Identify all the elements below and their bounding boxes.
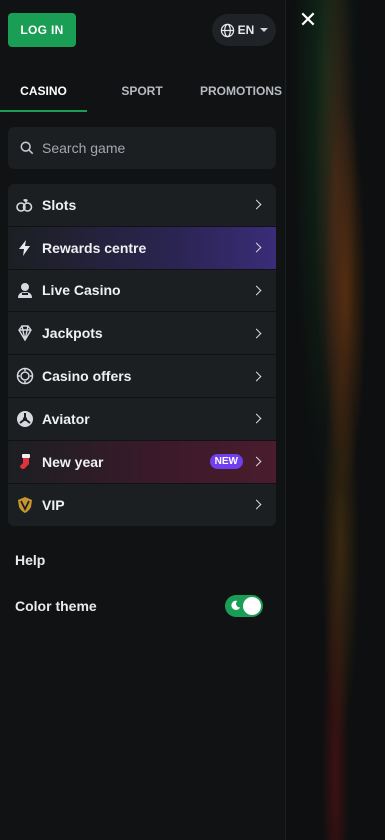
search-icon xyxy=(20,141,34,155)
moon-icon xyxy=(231,600,241,610)
color-theme-label: Color theme xyxy=(15,598,97,614)
menu-item-jackpots[interactable]: Jackpots xyxy=(8,312,276,356)
side-menu-panel: LOG IN EN CASINO SPORT PROMOTIONS Search… xyxy=(0,0,285,840)
menu-label: Live Casino xyxy=(42,282,121,299)
menu-label: Aviator xyxy=(42,410,90,427)
search-input[interactable] xyxy=(42,140,262,156)
language-selector[interactable]: EN xyxy=(212,14,276,46)
color-theme-row: Color theme xyxy=(15,595,263,617)
menu-label: VIP xyxy=(42,496,65,513)
language-label: EN xyxy=(237,23,255,37)
chevron-right-icon xyxy=(251,371,262,382)
chevron-right-icon xyxy=(251,456,262,467)
tab-casino[interactable]: CASINO xyxy=(0,76,87,112)
menu-item-rewards-centre[interactable]: Rewards centre xyxy=(8,226,276,270)
color-theme-toggle[interactable] xyxy=(225,595,263,617)
menu-label: Casino offers xyxy=(42,368,132,385)
chevron-right-icon xyxy=(251,285,262,296)
slots-icon xyxy=(16,196,34,214)
menu-item-live-casino[interactable]: Live Casino xyxy=(8,270,276,313)
casino-menu: Slots Rewards centre Live Casino Jackpot… xyxy=(8,184,276,527)
chevron-right-icon xyxy=(251,328,262,339)
dealer-icon xyxy=(16,281,34,299)
close-button[interactable]: ✕ xyxy=(296,8,320,32)
section-tabs: CASINO SPORT PROMOTIONS xyxy=(0,76,285,112)
background-overlay[interactable] xyxy=(285,0,385,840)
stocking-icon xyxy=(16,453,34,471)
menu-item-new-year[interactable]: New year NEW xyxy=(8,440,276,484)
chevron-right-icon xyxy=(251,413,262,424)
login-button[interactable]: LOG IN xyxy=(8,13,76,47)
menu-item-slots[interactable]: Slots xyxy=(8,184,276,227)
aviator-icon xyxy=(16,410,34,428)
menu-label: Slots xyxy=(42,196,77,213)
menu-item-aviator[interactable]: Aviator xyxy=(8,398,276,441)
chevron-right-icon xyxy=(251,199,262,210)
lightning-icon xyxy=(16,239,34,257)
new-badge: NEW xyxy=(209,454,243,470)
diamond-icon xyxy=(16,324,34,342)
tab-sport[interactable]: SPORT xyxy=(87,76,197,112)
globe-icon xyxy=(220,23,234,37)
toggle-knob xyxy=(243,597,261,615)
menu-item-vip[interactable]: VIP xyxy=(8,484,276,527)
menu-label: Rewards centre xyxy=(42,239,147,256)
vip-shield-icon xyxy=(16,496,34,514)
menu-label: New year xyxy=(42,453,104,470)
menu-label: Jackpots xyxy=(42,325,103,342)
menu-item-casino-offers[interactable]: Casino offers xyxy=(8,355,276,398)
chip-icon xyxy=(16,367,34,385)
help-link[interactable]: Help xyxy=(15,552,45,568)
tab-promotions[interactable]: PROMOTIONS xyxy=(197,76,285,112)
search-bar[interactable] xyxy=(8,127,276,169)
chevron-right-icon xyxy=(251,500,262,510)
chevron-right-icon xyxy=(251,242,262,253)
caret-down-icon xyxy=(260,28,269,32)
